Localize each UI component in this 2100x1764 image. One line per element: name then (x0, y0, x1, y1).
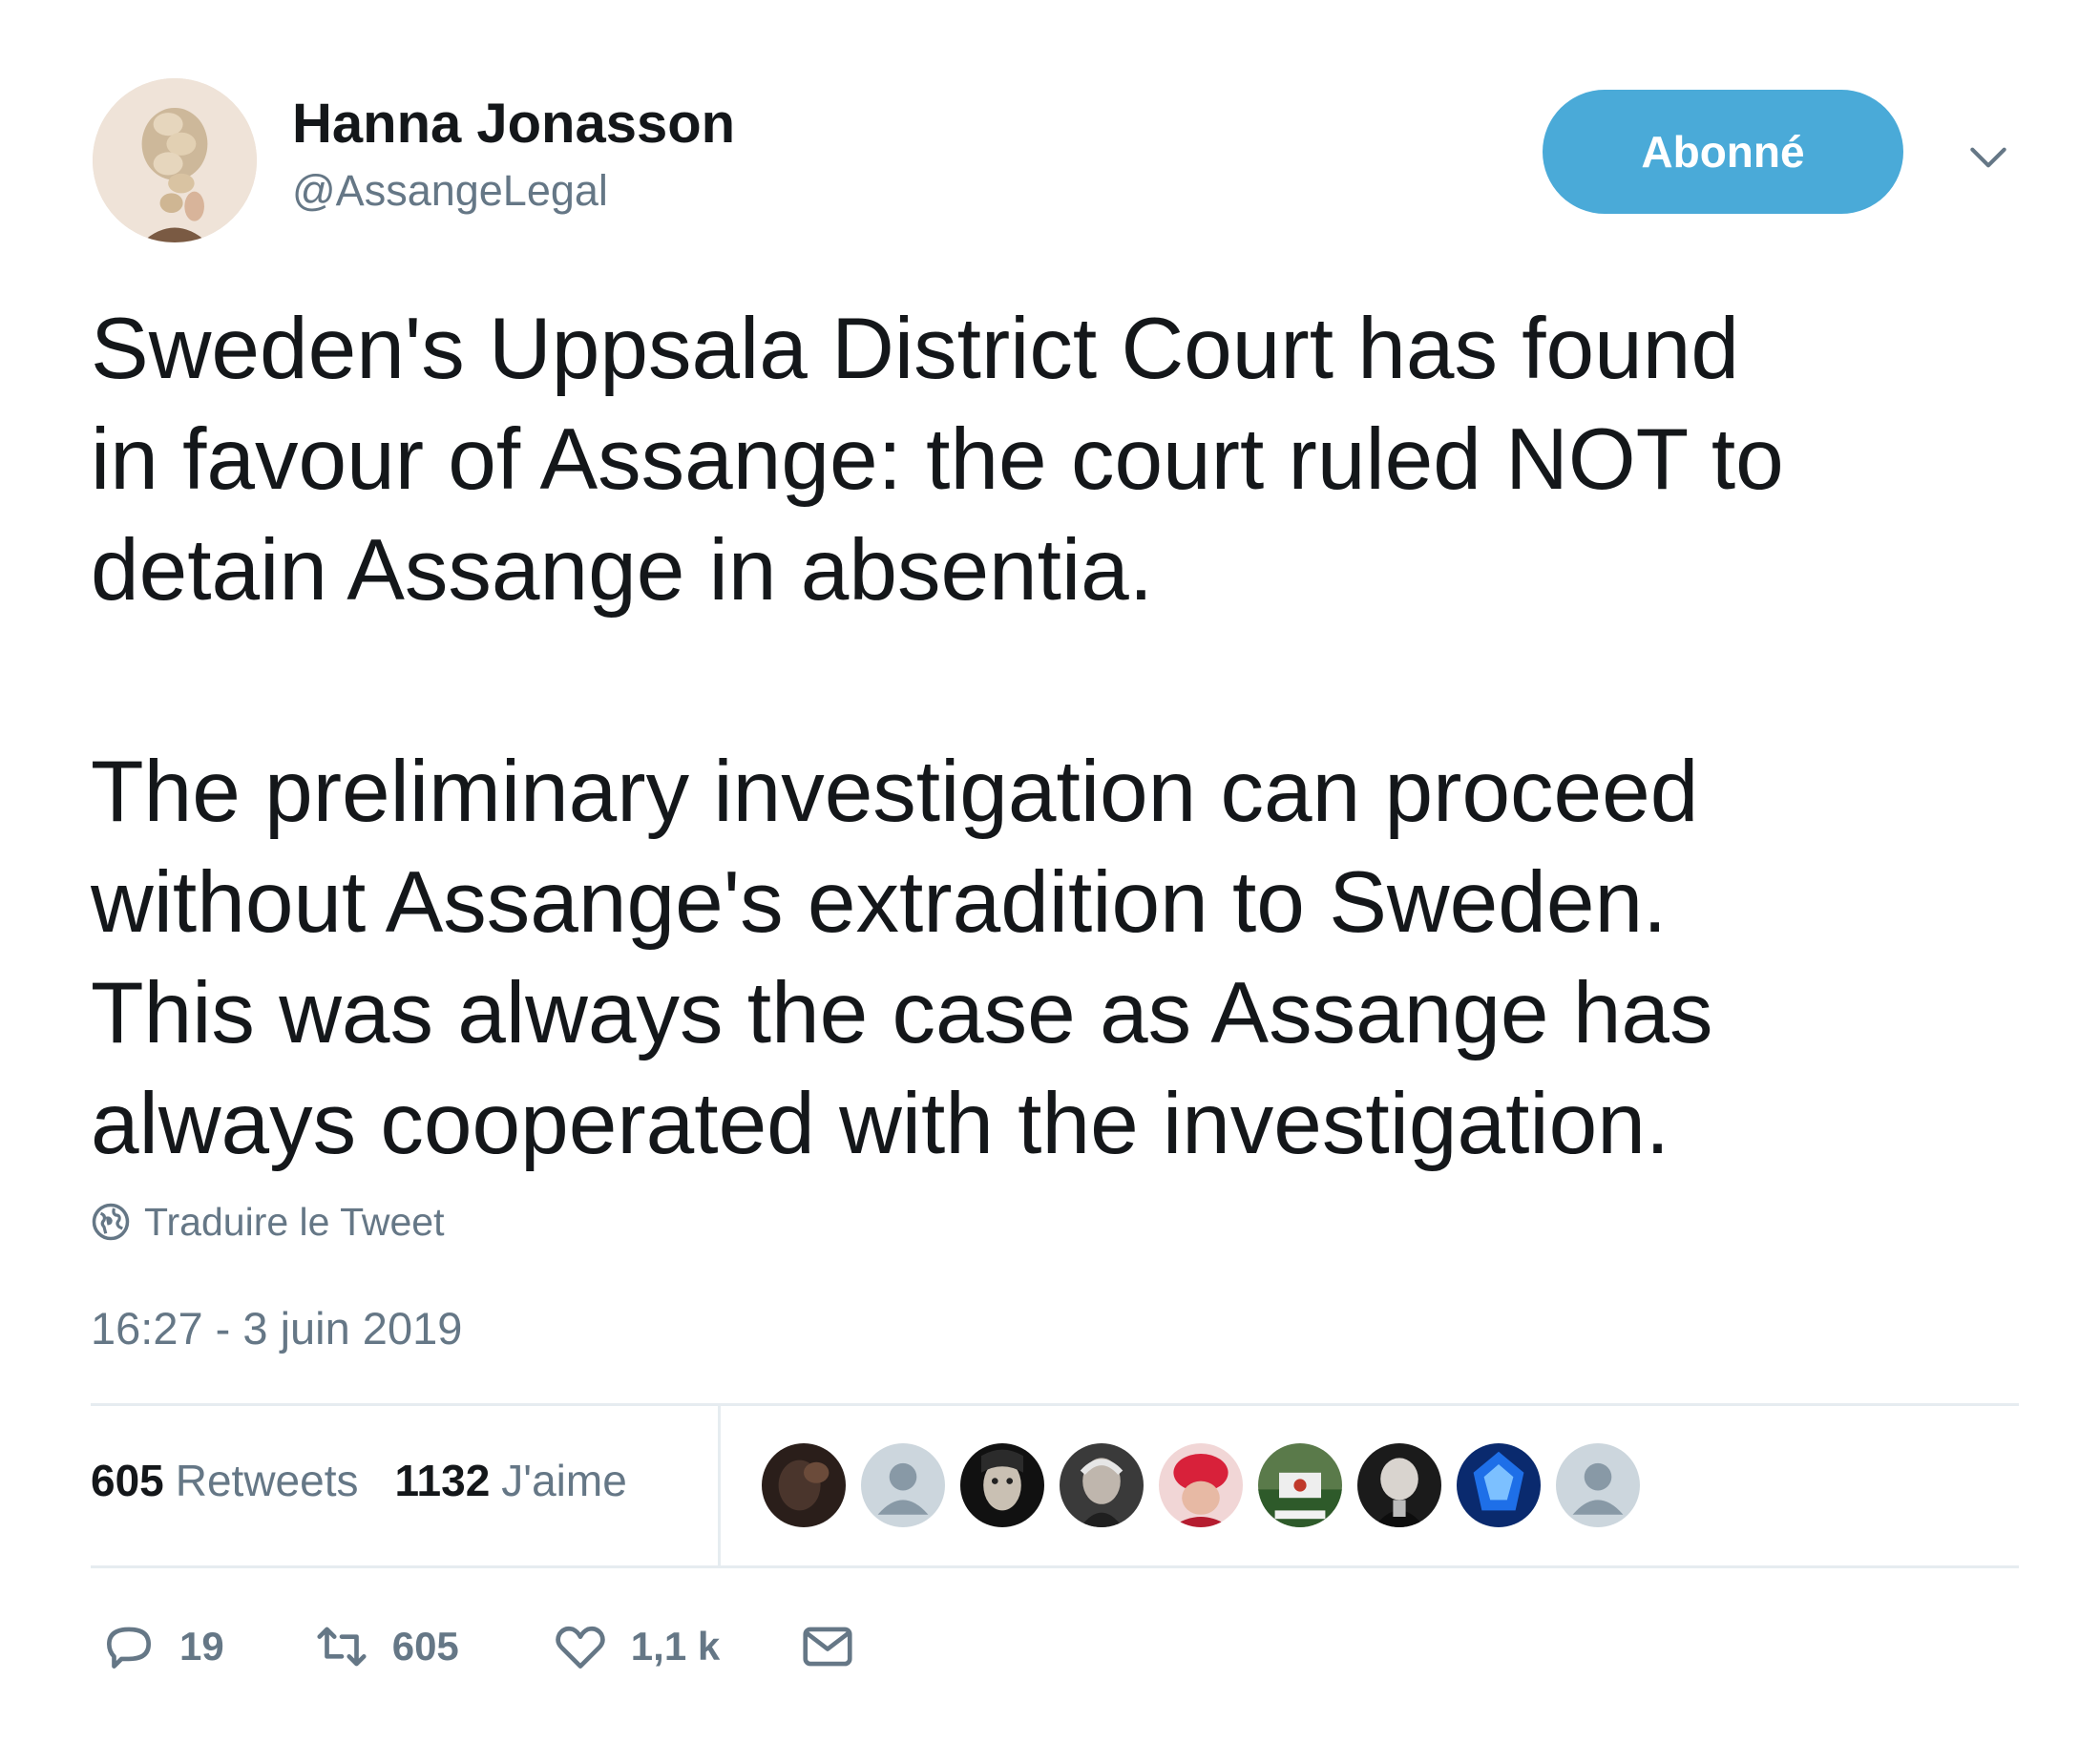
author-avatar[interactable] (93, 78, 257, 242)
reply-icon (99, 1617, 158, 1676)
retweets-count: 605 (91, 1456, 164, 1505)
retweets-label: Retweets (175, 1456, 359, 1505)
globe-icon (91, 1202, 131, 1242)
braided-hair-avatar-icon (93, 78, 257, 242)
direct-message-button[interactable] (798, 1617, 878, 1676)
author-handle[interactable]: @AssangeLegal (292, 164, 608, 218)
tweet-line: in favour of Assange: the court ruled NO… (91, 411, 1784, 508)
follow-button[interactable]: Abonné (1543, 90, 1903, 214)
tweet-line: Sweden's Uppsala District Court has foun… (91, 301, 1740, 397)
tweet-line: detain Assange in absentia. (91, 522, 1154, 619)
liker-avatar-4[interactable] (1060, 1443, 1144, 1527)
likers-list (762, 1443, 1655, 1527)
divider (91, 1565, 2019, 1568)
vertical-divider (718, 1405, 721, 1565)
retweet-button[interactable]: 605 (312, 1617, 459, 1676)
retweets-stat[interactable]: 605 Retweets (91, 1455, 359, 1506)
tweet-actions: 19 605 1,1 k (99, 1613, 878, 1680)
tweet-line: The preliminary investigation can procee… (91, 744, 1699, 840)
tweet-line: without Assange's extradition to Sweden. (91, 854, 1668, 951)
heart-icon (551, 1617, 610, 1676)
tweet-line: This was always the case as Assange has (91, 965, 1713, 1061)
liker-avatar-6[interactable] (1258, 1443, 1342, 1527)
liker-avatar-7[interactable] (1357, 1443, 1441, 1527)
liker-avatar-3[interactable] (960, 1443, 1044, 1527)
envelope-icon (798, 1617, 857, 1676)
liker-avatar-5[interactable] (1159, 1443, 1243, 1527)
retweet-icon (312, 1617, 371, 1676)
author-name[interactable]: Hanna Jonasson (292, 92, 735, 157)
tweet-stats: 605 Retweets 1132 J'aime (91, 1455, 663, 1506)
liker-avatar-1[interactable] (762, 1443, 846, 1527)
like-count: 1,1 k (630, 1624, 721, 1669)
liker-avatar-default-2[interactable] (861, 1443, 945, 1527)
likes-stat[interactable]: 1132 J'aime (395, 1455, 627, 1506)
tweet-card: Hanna Jonasson @AssangeLegal Abonné Swed… (0, 0, 2100, 1764)
likes-label: J'aime (501, 1456, 627, 1505)
translate-link[interactable]: Traduire le Tweet (91, 1195, 445, 1249)
tweet-text: Sweden's Uppsala District Court has foun… (91, 294, 2057, 1180)
likes-count: 1132 (394, 1456, 491, 1505)
translate-label: Traduire le Tweet (144, 1199, 445, 1244)
tweet-timestamp[interactable]: 16:27 - 3 juin 2019 (91, 1300, 462, 1357)
reply-count: 19 (179, 1624, 224, 1669)
tweet-line: always cooperated with the investigation… (91, 1076, 1670, 1172)
reply-button[interactable]: 19 (99, 1617, 224, 1676)
like-button[interactable]: 1,1 k (551, 1617, 720, 1676)
liker-avatar-8[interactable] (1457, 1443, 1541, 1527)
liker-avatar-default-9[interactable] (1556, 1443, 1640, 1527)
chevron-down-icon[interactable] (1964, 134, 2012, 181)
retweet-count: 605 (391, 1624, 459, 1669)
divider (91, 1403, 2019, 1406)
